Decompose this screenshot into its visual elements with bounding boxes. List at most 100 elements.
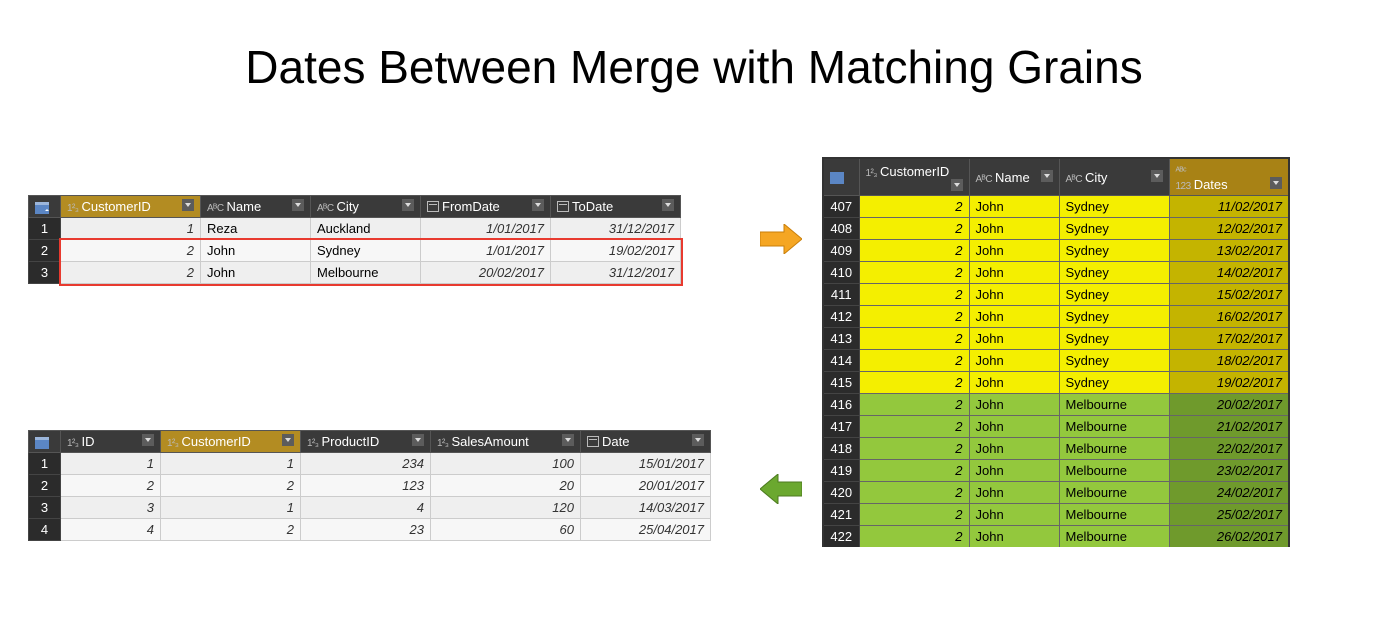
table-row[interactable]: 4202JohnMelbourne24/02/2017 bbox=[823, 482, 1289, 504]
col-header-id[interactable]: 1²₃ID bbox=[61, 431, 161, 453]
filter-dropdown-icon[interactable] bbox=[182, 199, 194, 211]
row-number: 1 bbox=[29, 453, 61, 475]
cell-city: Melbourne bbox=[1059, 416, 1169, 438]
table-row[interactable]: 4172JohnMelbourne21/02/2017 bbox=[823, 416, 1289, 438]
table-row[interactable]: 4122JohnSydney16/02/2017 bbox=[823, 306, 1289, 328]
filter-dropdown-icon[interactable] bbox=[951, 179, 963, 191]
col-header-productid[interactable]: 1²₃ProductID bbox=[301, 431, 431, 453]
table-corner-icon[interactable] bbox=[823, 158, 859, 196]
table-row[interactable]: 11RezaAuckland1/01/201731/12/2017 bbox=[29, 218, 681, 240]
col-header-salesamount[interactable]: 1²₃SalesAmount bbox=[431, 431, 581, 453]
row-number: 2 bbox=[29, 240, 61, 262]
int-type-icon: 1²₃ bbox=[307, 438, 318, 449]
cell-customerid: 2 bbox=[859, 306, 969, 328]
table-corner-icon[interactable] bbox=[29, 431, 61, 453]
col-header-customerid[interactable]: 1²₃CustomerID bbox=[161, 431, 301, 453]
table-row[interactable]: 4112JohnSydney15/02/2017 bbox=[823, 284, 1289, 306]
text-type-icon: AᴮC bbox=[976, 174, 993, 185]
filter-dropdown-icon[interactable] bbox=[1151, 170, 1163, 182]
filter-dropdown-icon[interactable] bbox=[282, 434, 294, 446]
row-number: 1 bbox=[29, 218, 61, 240]
table-row[interactable]: 11123410015/01/2017 bbox=[29, 453, 711, 475]
cell-name: John bbox=[969, 262, 1059, 284]
col-header-customerid[interactable]: 1²₃CustomerID bbox=[859, 158, 969, 196]
col-header-date[interactable]: Date bbox=[581, 431, 711, 453]
table-row[interactable]: 442236025/04/2017 bbox=[29, 519, 711, 541]
col-header-customerid[interactable]: 1²₃CustomerID bbox=[61, 196, 201, 218]
cell-city: Sydney bbox=[1059, 306, 1169, 328]
table-row[interactable]: 22JohnSydney1/01/201719/02/2017 bbox=[29, 240, 681, 262]
filter-dropdown-icon[interactable] bbox=[142, 434, 154, 446]
cell-city: Melbourne bbox=[1059, 504, 1169, 526]
row-number: 407 bbox=[823, 196, 859, 218]
row-number: 411 bbox=[823, 284, 859, 306]
filter-dropdown-icon[interactable] bbox=[562, 434, 574, 446]
table-row[interactable]: 4132JohnSydney17/02/2017 bbox=[823, 328, 1289, 350]
row-number: 419 bbox=[823, 460, 859, 482]
table-row[interactable]: 4162JohnMelbourne20/02/2017 bbox=[823, 394, 1289, 416]
col-header-name[interactable]: AᴮCName bbox=[201, 196, 311, 218]
row-number: 412 bbox=[823, 306, 859, 328]
filter-dropdown-icon[interactable] bbox=[662, 199, 674, 211]
table-row[interactable]: 4222JohnMelbourne26/02/2017 bbox=[823, 526, 1289, 548]
filter-dropdown-icon[interactable] bbox=[402, 199, 414, 211]
table-row[interactable]: 4072JohnSydney11/02/2017 bbox=[823, 196, 1289, 218]
cell-city: Melbourne bbox=[1059, 482, 1169, 504]
cell-name: John bbox=[201, 262, 311, 284]
filter-dropdown-icon[interactable] bbox=[292, 199, 304, 211]
cell-customerid: 2 bbox=[859, 218, 969, 240]
col-header-todate[interactable]: ToDate bbox=[551, 196, 681, 218]
table-row[interactable]: 4082JohnSydney12/02/2017 bbox=[823, 218, 1289, 240]
filter-dropdown-icon[interactable] bbox=[1041, 170, 1053, 182]
cell-customerid: 2 bbox=[161, 475, 301, 497]
row-number: 417 bbox=[823, 416, 859, 438]
col-header-dates[interactable]: ᴬᴮᶜ123Dates bbox=[1169, 158, 1289, 196]
cell-city: Melbourne bbox=[1059, 460, 1169, 482]
cell-name: John bbox=[969, 218, 1059, 240]
table-row[interactable]: 4212JohnMelbourne25/02/2017 bbox=[823, 504, 1289, 526]
cell-dates: 26/02/2017 bbox=[1169, 526, 1289, 548]
col-header-name[interactable]: AᴮCName bbox=[969, 158, 1059, 196]
row-number: 415 bbox=[823, 372, 859, 394]
filter-dropdown-icon[interactable] bbox=[1270, 177, 1282, 189]
int-type-icon: 1²₃ bbox=[167, 438, 178, 449]
table-row[interactable]: 4192JohnMelbourne23/02/2017 bbox=[823, 460, 1289, 482]
col-header-city[interactable]: AᴮCCity bbox=[311, 196, 421, 218]
cell-id: 4 bbox=[61, 519, 161, 541]
cell-city: Sydney bbox=[1059, 328, 1169, 350]
cell-customerid: 1 bbox=[161, 497, 301, 519]
filter-dropdown-icon[interactable] bbox=[532, 199, 544, 211]
cell-name: John bbox=[969, 240, 1059, 262]
cell-name: John bbox=[969, 284, 1059, 306]
cell-customerid: 2 bbox=[859, 372, 969, 394]
date-type-icon bbox=[557, 201, 569, 212]
table-row[interactable]: 4142JohnSydney18/02/2017 bbox=[823, 350, 1289, 372]
cell-name: John bbox=[969, 306, 1059, 328]
int-type-icon: 1²₃ bbox=[866, 168, 877, 179]
cell-customerid: 2 bbox=[859, 526, 969, 548]
int-type-icon: 1²₃ bbox=[67, 203, 78, 214]
col-header-city[interactable]: AᴮCCity bbox=[1059, 158, 1169, 196]
cell-dates: 23/02/2017 bbox=[1169, 460, 1289, 482]
cell-date: 14/03/2017 bbox=[581, 497, 711, 519]
table-row[interactable]: 32JohnMelbourne20/02/201731/12/2017 bbox=[29, 262, 681, 284]
cell-city: Sydney bbox=[311, 240, 421, 262]
cell-name: John bbox=[969, 372, 1059, 394]
table-corner-icon[interactable] bbox=[29, 196, 61, 218]
col-header-fromdate[interactable]: FromDate bbox=[421, 196, 551, 218]
cell-dates: 24/02/2017 bbox=[1169, 482, 1289, 504]
table-row[interactable]: 2221232020/01/2017 bbox=[29, 475, 711, 497]
filter-dropdown-icon[interactable] bbox=[412, 434, 424, 446]
cell-customerid: 2 bbox=[859, 438, 969, 460]
cell-name: John bbox=[969, 350, 1059, 372]
cell-name: John bbox=[969, 438, 1059, 460]
cell-customerid: 2 bbox=[859, 240, 969, 262]
cell-dates: 22/02/2017 bbox=[1169, 438, 1289, 460]
filter-dropdown-icon[interactable] bbox=[692, 434, 704, 446]
table-row[interactable]: 4182JohnMelbourne22/02/2017 bbox=[823, 438, 1289, 460]
table-row[interactable]: 4102JohnSydney14/02/2017 bbox=[823, 262, 1289, 284]
table-row[interactable]: 4092JohnSydney13/02/2017 bbox=[823, 240, 1289, 262]
table-row[interactable]: 331412014/03/2017 bbox=[29, 497, 711, 519]
table-row[interactable]: 4152JohnSydney19/02/2017 bbox=[823, 372, 1289, 394]
cell-city: Melbourne bbox=[311, 262, 421, 284]
